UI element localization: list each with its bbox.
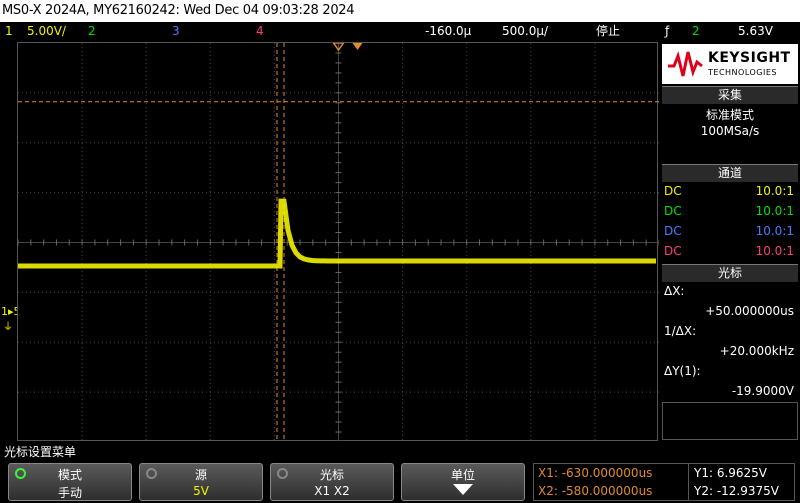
cursor-panel-frame: [662, 402, 798, 440]
keysight-wave-icon: [668, 51, 703, 77]
acquire-mode: 标准模式: [705, 108, 754, 122]
time-offset[interactable]: -160.0µ: [425, 22, 471, 41]
inv-delta-x-value: +20.000kHz: [719, 344, 794, 358]
time-scale[interactable]: 500.0µ/: [502, 22, 548, 41]
channel-probe-ratio: 10.0:1: [755, 204, 794, 218]
delta-y-label: ΔY(1):: [664, 364, 701, 378]
run-state[interactable]: 停止: [596, 22, 620, 41]
source-value: 5V: [193, 484, 209, 498]
status-bar: 1 5.00V/ 2 3 4 -160.0µ 500.0µ/ 停止 ƒ 2 5.…: [0, 22, 800, 41]
x1-readout: X1: -630.000000us: [538, 466, 653, 480]
ground-marker-number: 1: [1, 305, 8, 318]
cursor-readout-box: X1: -630.000000us X2: -580.000000us Y1: …: [533, 463, 795, 501]
right-info-panel: KEYSIGHT TECHNOLOGIES 采集 标准模式 100MSa/s 通…: [660, 42, 800, 441]
channel-probe-ratio: 10.0:1: [755, 244, 794, 258]
ch4-number[interactable]: 4: [256, 22, 264, 41]
title-bar: MS0-X 2024A, MY62160242: Wed Dec 04 09:0…: [0, 0, 800, 22]
graticule: [18, 43, 659, 442]
channel-coupling: DC: [664, 244, 682, 258]
softkey-bar: 光标设置菜单 模式 手动 源 5V 光标 X1 X2 单位 X1: -630.0…: [0, 441, 800, 503]
ch1-waveform-trace: [18, 198, 656, 269]
ch1-number[interactable]: 1: [5, 22, 13, 41]
window-title: MS0-X 2024A, MY62160242: Wed Dec 04 09:0…: [2, 3, 355, 18]
logo-brand: KEYSIGHT: [708, 50, 791, 66]
cursors-softkey[interactable]: 光标 X1 X2: [270, 463, 394, 501]
readout-divider: [688, 464, 689, 500]
mode-label: 模式: [57, 468, 82, 482]
mode-softkey[interactable]: 模式 手动: [8, 463, 132, 501]
logo-sub: TECHNOLOGIES: [708, 68, 777, 77]
delta-x-value: +50.000000us: [705, 304, 794, 318]
waveform-display[interactable]: [17, 42, 659, 442]
cursors-label: 光标: [319, 468, 344, 482]
trigger-icon: ƒ: [665, 24, 670, 38]
ground-icon: ⏚: [3, 322, 13, 333]
x2-readout: X2: -580.000000us: [538, 484, 653, 498]
cursors-value: X1 X2: [314, 484, 350, 498]
trigger-delay-marker: [352, 43, 363, 50]
source-label: 源: [194, 468, 207, 482]
delta-x-label: ΔX:: [664, 284, 685, 298]
delta-y-value: -19.9000V: [731, 384, 794, 398]
channel-probe-ratio: 10.0:1: [755, 224, 794, 238]
channel-probe-ratio: 10.0:1: [755, 184, 794, 198]
source-softkey[interactable]: 源 5V: [139, 463, 263, 501]
trigger-level[interactable]: 5.63V: [738, 22, 773, 41]
acquire-rate: 100MSa/s: [700, 124, 760, 138]
keysight-logo: KEYSIGHT TECHNOLOGIES: [662, 44, 798, 84]
ch1-scale[interactable]: 5.00V/: [27, 22, 66, 41]
ch3-number[interactable]: 3: [172, 22, 180, 41]
channel-coupling: DC: [664, 224, 682, 238]
y1-readout: Y1: 6.9625V: [694, 466, 768, 480]
chevron-down-icon: [402, 482, 524, 499]
inv-delta-x-label: 1/ΔX:: [664, 324, 697, 338]
units-softkey[interactable]: 单位: [401, 463, 525, 501]
channel-coupling: DC: [664, 204, 682, 218]
y2-readout: Y2: -12.9375V: [694, 484, 779, 498]
menu-title: 光标设置菜单: [4, 445, 77, 459]
channel-coupling: DC: [664, 184, 682, 198]
units-label: 单位: [450, 468, 475, 482]
trigger-source[interactable]: 2: [692, 22, 700, 41]
acquire-header: 采集: [662, 86, 798, 104]
ch2-number[interactable]: 2: [88, 22, 96, 41]
cursors-header: 光标: [662, 264, 798, 282]
mode-value: 手动: [57, 486, 82, 500]
channels-header: 通道: [662, 164, 798, 182]
